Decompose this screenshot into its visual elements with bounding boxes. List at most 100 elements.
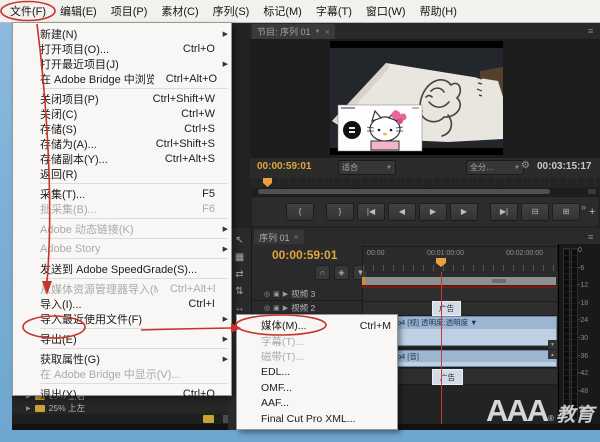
lift-button[interactable]: ⊟ (521, 202, 549, 221)
menubar-clip[interactable]: 素材(C) (154, 0, 205, 22)
program-scrubber[interactable] (252, 178, 598, 187)
menubar-help[interactable]: 帮助(H) (413, 0, 464, 22)
eye-icon[interactable]: ◎ (264, 290, 270, 298)
submenu-item-edl[interactable]: EDL... (237, 365, 397, 381)
program-monitor-tab[interactable]: 节目: 序列 01 ▼ × (252, 24, 335, 39)
ripple-edit-tool-icon[interactable]: ⇄ (235, 270, 243, 280)
menubar-project[interactable]: 项目(P) (104, 0, 155, 22)
menu-item-import[interactable]: 导入(I)... Ctrl+I ▶ (13, 296, 231, 311)
menu-item-close[interactable]: 关闭(C) Ctrl+W ▶ (13, 106, 231, 121)
mark-out-button[interactable]: } (326, 202, 354, 221)
work-area-bar[interactable] (362, 277, 556, 285)
menubar-sequence[interactable]: 序列(S) (206, 0, 257, 22)
expand-triangle-icon[interactable]: ▶ (26, 405, 31, 412)
program-current-timecode[interactable]: 00:00:59:01 (257, 161, 311, 172)
play-button[interactable]: ▶ (419, 202, 447, 221)
add-button-icon[interactable]: + (589, 206, 600, 218)
step-back-button[interactable]: ◀ (388, 202, 416, 221)
extract-button[interactable]: ⊞ (552, 202, 580, 221)
menu-item-dynamic-link[interactable]: Adobe 动态链接(K) ▶ (13, 221, 231, 236)
scroll-down-icon[interactable]: ▼ (548, 340, 557, 349)
work-area-start-cap[interactable] (362, 277, 365, 285)
submenu-item-media[interactable]: 媒体(M)... Ctrl+M (237, 318, 397, 334)
encore-chapter-marker-icon[interactable]: ◈ (334, 265, 349, 280)
menu-item-save-copy[interactable]: 存储副本(Y)... Ctrl+Alt+S ▶ (13, 151, 231, 166)
rolling-edit-tool-icon[interactable]: ⇅ (235, 287, 243, 297)
menu-item-export[interactable]: 导出(E) ▶ (13, 331, 231, 346)
timeline-tab[interactable]: 序列 01 × (254, 230, 304, 244)
menu-item-close-project[interactable]: 关闭项目(P) Ctrl+Shift+W ▶ (13, 91, 231, 106)
step-forward-button[interactable]: ▶ (450, 202, 478, 221)
menu-separator[interactable]: ▶ (40, 278, 228, 279)
menu-item-import-from-media-browser[interactable]: 从媒体资源管理器导入(M) Ctrl+Alt+I ▶ (13, 281, 231, 296)
timeline-ruler[interactable]: 00:00 00:01:00:00 00:02:00:00 (362, 246, 558, 271)
eye-icon[interactable]: ◎ (264, 304, 270, 312)
submenu-item-fcp-xml[interactable]: Final Cut Pro XML... (237, 411, 397, 427)
track-output-icon[interactable]: ▣ (273, 290, 280, 298)
menu-item-exit[interactable]: 退出(X) Ctrl+Q ▶ (13, 386, 231, 401)
resolution-dropdown[interactable]: 全分… ▼ (466, 160, 524, 175)
menu-item-open-recent[interactable]: 打开最近项目(J) ▶ (13, 56, 231, 71)
mark-in-button[interactable]: { (286, 202, 314, 221)
go-to-in-button[interactable]: |◀ (357, 202, 385, 221)
track-output-icon[interactable]: ▣ (273, 304, 280, 312)
rate-stretch-tool-icon[interactable]: ↔ (235, 304, 245, 314)
menu-separator[interactable]: ▶ (40, 238, 228, 239)
close-icon[interactable]: × (324, 27, 329, 37)
more-buttons-chevron[interactable]: » (578, 202, 589, 212)
menu-item-open-project[interactable]: 打开项目(O)... Ctrl+O ▶ (13, 41, 231, 56)
submenu-item-title[interactable]: 字幕(T)... (237, 334, 397, 350)
menu-item-save-as[interactable]: 存储为(A)... Ctrl+Shift+S ▶ (13, 136, 231, 151)
menubar-marker[interactable]: 标记(M) (256, 0, 309, 22)
menu-item-revert[interactable]: 返回(R) ▶ (13, 166, 231, 181)
menubar-window[interactable]: 窗口(W) (359, 0, 413, 22)
ad-clip-audio2[interactable]: 广告 (432, 369, 463, 385)
menu-item-save[interactable]: 存储(S) Ctrl+S ▶ (13, 121, 231, 136)
chevron-down-icon[interactable]: ▼ (315, 29, 321, 35)
selection-tool-icon[interactable]: ↖ (235, 236, 243, 246)
close-icon[interactable]: × (294, 232, 299, 242)
track-select-tool-icon[interactable]: ▦ (235, 253, 244, 263)
snap-icon[interactable]: ∩ (315, 265, 330, 280)
menu-item-browse-in-bridge[interactable]: 在 Adobe Bridge 中浏览(W)... Ctrl+Alt+O ▶ (13, 71, 231, 86)
menu-separator[interactable]: ▶ (40, 183, 228, 184)
menu-separator[interactable]: ▶ (40, 88, 228, 89)
menu-item-reveal-in-bridge[interactable]: 在 Adobe Bridge 中显示(V)... ▶ (13, 366, 231, 381)
menu-separator[interactable]: ▶ (40, 383, 228, 384)
program-scrollbar[interactable] (252, 188, 598, 195)
menubar-edit[interactable]: 编辑(E) (53, 0, 104, 22)
submenu-item-tape[interactable]: 磁带(T)... (237, 349, 397, 365)
project-bin-25-top-left[interactable]: ▶ 25% 上左 (12, 402, 240, 414)
expand-track-icon[interactable]: ▶ (283, 304, 288, 312)
menubar-file[interactable]: 文件(F) (3, 0, 53, 22)
menu-separator[interactable]: ▶ (40, 328, 228, 329)
track-header-video3[interactable]: ◎ ▣ ▶ 视频 3 (252, 288, 362, 301)
menu-item-get-properties[interactable]: 获取属性(G) ▶ (13, 351, 231, 366)
panel-menu-icon[interactable]: ≡ (588, 232, 593, 242)
scroll-up-icon[interactable]: ▲ (548, 350, 557, 359)
panel-menu-icon[interactable]: ≡ (588, 26, 593, 36)
timeline-timecode[interactable]: 00:00:59:01 (272, 248, 337, 262)
scrollbar-thumb[interactable] (258, 189, 550, 194)
menu-separator[interactable]: ▶ (40, 218, 228, 219)
expand-track-icon[interactable]: ▶ (283, 290, 288, 298)
settings-wrench-icon[interactable]: ⚙ (521, 160, 530, 171)
new-bin-icon[interactable] (203, 415, 214, 423)
menu-separator[interactable]: ▶ (40, 348, 228, 349)
submenu-item-aaf[interactable]: AAF... (237, 396, 397, 412)
menu-item-send-to-speedgrade[interactable]: 发送到 Adobe SpeedGrade(S)... ▶ (13, 261, 231, 276)
menu-item-import-recent[interactable]: 导入最近使用文件(F) ▶ (13, 311, 231, 326)
menu-item-adobe-story[interactable]: Adobe Story ▶ (13, 241, 231, 256)
fit-dropdown-value: 适合 (342, 163, 358, 172)
menu-item-capture[interactable]: 采集(T)... F5 ▶ (13, 186, 231, 201)
work-area-handle[interactable] (492, 279, 506, 283)
submenu-item-omf[interactable]: OMF... (237, 380, 397, 396)
menu-item-batch-capture[interactable]: 批采集(B)... F6 ▶ (13, 201, 231, 216)
go-to-out-button[interactable]: ▶| (490, 202, 518, 221)
menu-item-new[interactable]: 新建(N) ▶ (13, 26, 231, 41)
fit-dropdown[interactable]: 适合 ▼ (338, 160, 396, 175)
ad-clip-video2[interactable]: 广告 (432, 301, 461, 316)
menu-separator[interactable]: ▶ (40, 258, 228, 259)
menubar-title[interactable]: 字幕(T) (309, 0, 359, 22)
transport-glyph: ⊟ (531, 207, 539, 216)
